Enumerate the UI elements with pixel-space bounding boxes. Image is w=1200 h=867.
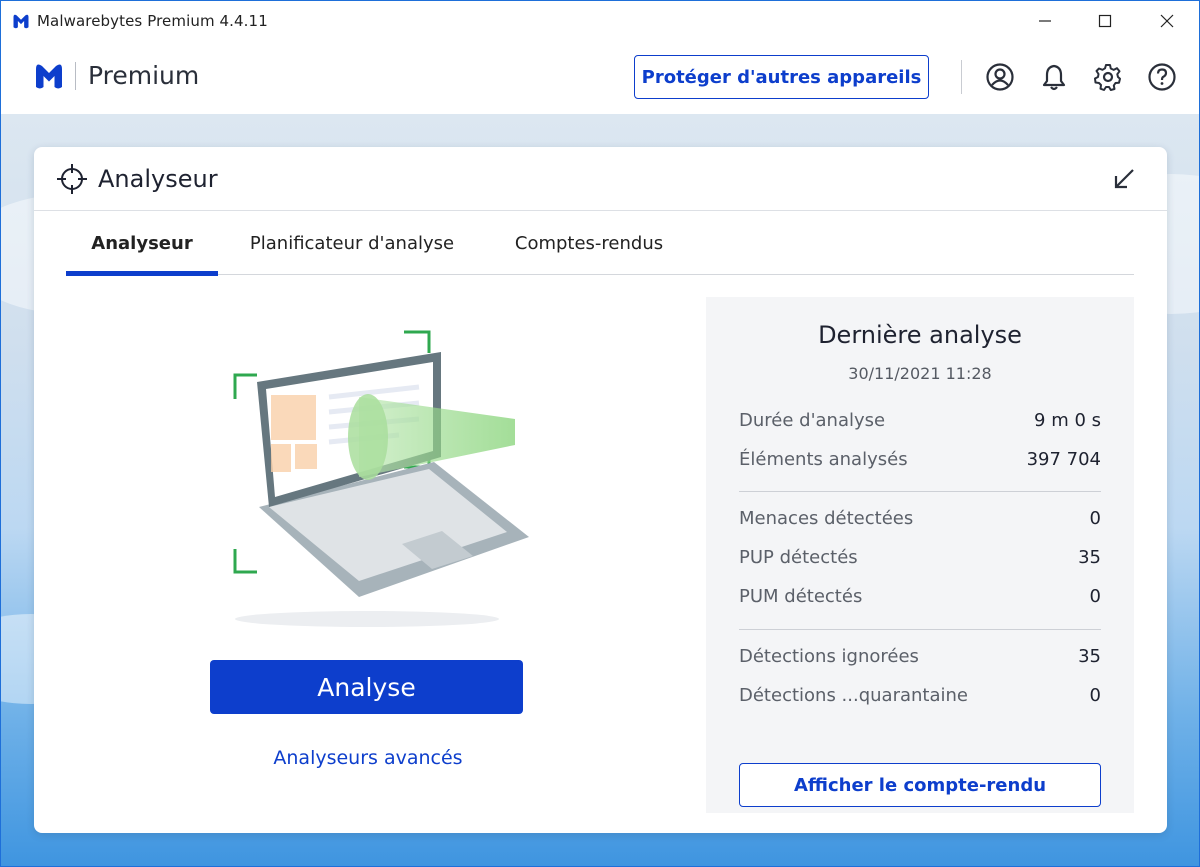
stat-value: 0 — [1089, 508, 1101, 529]
stat-quarantine-detections: Détections ...quarantaine 0 — [739, 685, 1101, 709]
stats-divider — [739, 629, 1101, 630]
stat-scan-duration: Durée d'analyse 9 m 0 s — [739, 410, 1101, 434]
app-header: Premium Protéger d'autres appareils — [0, 40, 1200, 114]
help-icon[interactable] — [1147, 62, 1177, 92]
stat-ignored-detections: Détections ignorées 35 — [739, 646, 1101, 670]
bell-icon[interactable] — [1039, 62, 1069, 92]
minimize-icon — [1039, 20, 1051, 22]
stat-threats-detected: Menaces détectées 0 — [739, 508, 1101, 532]
malwarebytes-logo-icon — [36, 64, 62, 89]
tab-scan-scheduler[interactable]: Planificateur d'analyse — [249, 211, 455, 275]
scan-button[interactable]: Analyse — [210, 660, 523, 714]
stat-pum-detected: PUM détectés 0 — [739, 586, 1101, 610]
title-bar: Malwarebytes Premium 4.4.11 — [0, 0, 1200, 40]
tab-bar: Analyseur Planificateur d'analyse Compte… — [66, 211, 1134, 276]
protect-other-devices-button[interactable]: Protéger d'autres appareils — [634, 55, 929, 99]
stat-label: PUM détectés — [739, 586, 863, 607]
last-scan-panel: Dernière analyse 30/11/2021 11:28 Durée … — [706, 297, 1134, 813]
stat-value: 0 — [1089, 586, 1101, 607]
stat-label: PUP détectés — [739, 547, 858, 568]
stat-label: Détections ...quarantaine — [739, 685, 968, 706]
stat-pup-detected: PUP détectés 35 — [739, 547, 1101, 571]
account-icon[interactable] — [985, 62, 1015, 92]
advanced-scanners-link[interactable]: Analyseurs avancés — [234, 747, 502, 769]
close-button[interactable] — [1139, 1, 1195, 41]
card-title: Analyseur — [98, 165, 218, 193]
stat-value: 9 m 0 s — [1034, 410, 1101, 431]
laptop-scan-illustration — [233, 330, 529, 627]
tab-reports[interactable]: Comptes-rendus — [510, 211, 668, 275]
last-scan-date: 30/11/2021 11:28 — [848, 364, 992, 383]
stat-label: Menaces détectées — [739, 508, 914, 529]
product-name: Premium — [88, 61, 200, 90]
tab-scanner[interactable]: Analyseur — [66, 211, 218, 276]
window-title: Malwarebytes Premium 4.4.11 — [37, 12, 268, 30]
stat-value: 397 704 — [1026, 449, 1101, 470]
close-icon — [1160, 14, 1174, 28]
logo-divider — [75, 62, 76, 90]
maximize-icon — [1098, 14, 1112, 28]
stat-label: Détections ignorées — [739, 646, 919, 667]
stats-divider — [739, 491, 1101, 492]
malwarebytes-logo-icon — [13, 14, 29, 29]
stat-items-scanned: Éléments analysés 397 704 — [739, 449, 1101, 473]
last-scan-title: Dernière analyse — [818, 321, 1022, 349]
scanner-card: Analyseur Analyseur Planificateur d'anal… — [34, 147, 1167, 833]
minimize-button[interactable] — [1017, 1, 1073, 41]
maximize-button[interactable] — [1077, 1, 1133, 41]
gear-icon[interactable] — [1093, 62, 1123, 92]
stat-value: 35 — [1078, 547, 1101, 568]
collapse-arrow-icon[interactable] — [1112, 167, 1136, 191]
stat-label: Éléments analysés — [739, 449, 908, 470]
view-report-button[interactable]: Afficher le compte-rendu — [739, 763, 1101, 807]
crosshair-icon — [57, 164, 87, 194]
header-separator — [961, 60, 962, 94]
card-header: Analyseur — [34, 147, 1167, 211]
stat-value: 35 — [1078, 646, 1101, 667]
stat-value: 0 — [1089, 685, 1101, 706]
stat-label: Durée d'analyse — [739, 410, 886, 431]
